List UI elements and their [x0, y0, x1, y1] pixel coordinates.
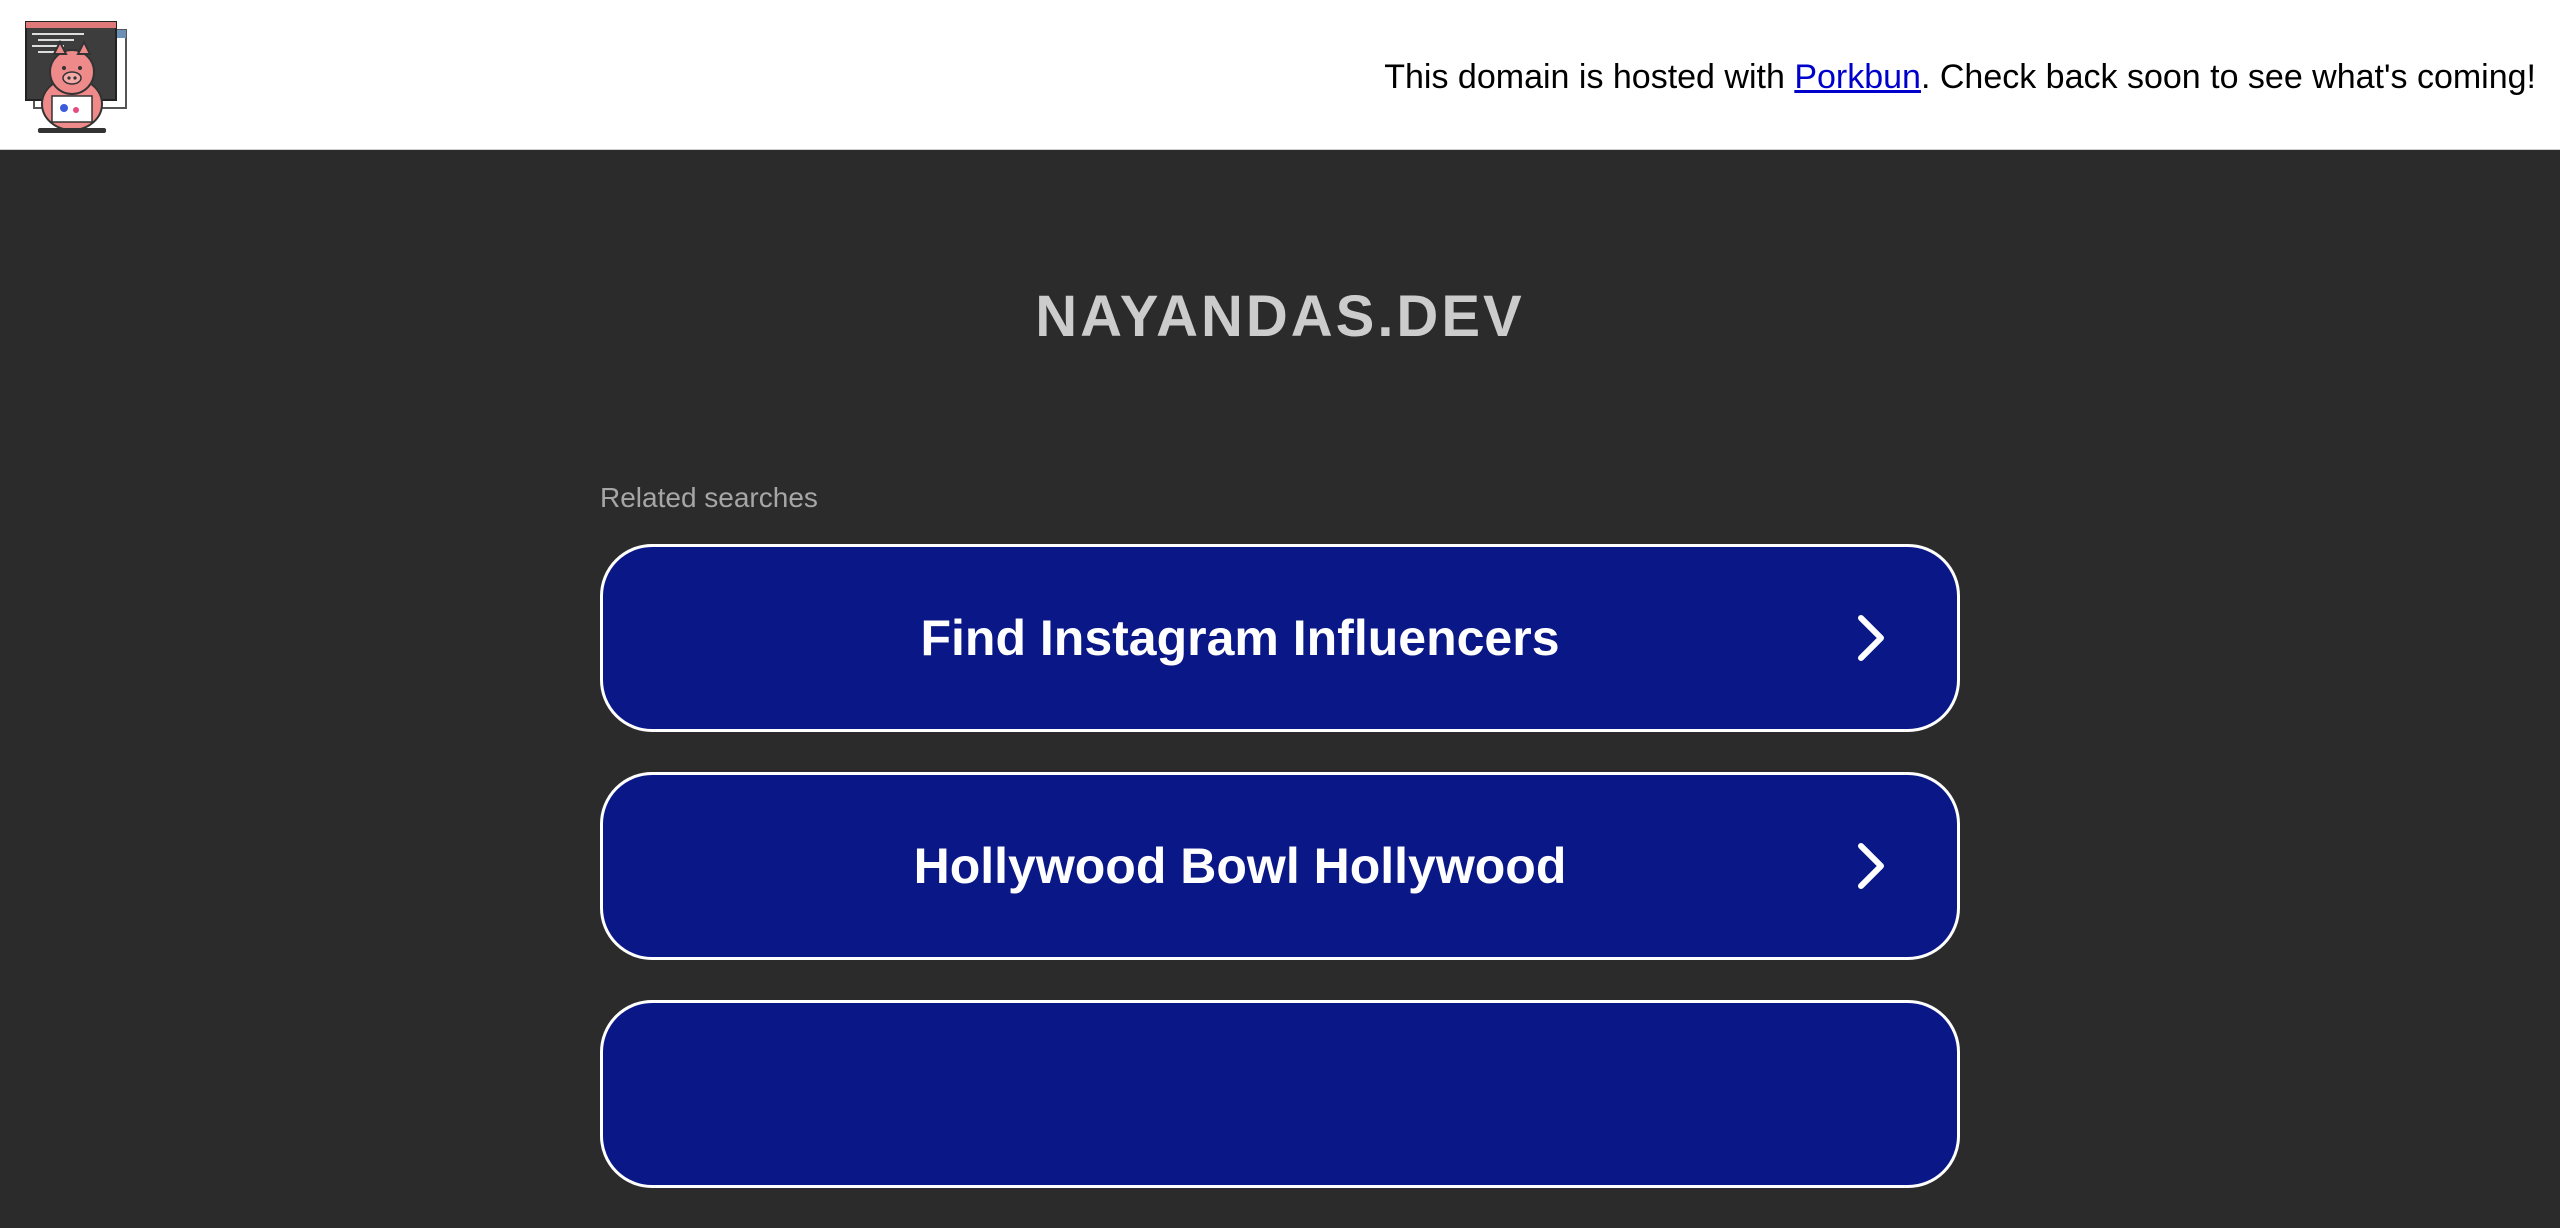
- chevron-right-icon: [1858, 615, 1884, 661]
- porkbun-link[interactable]: Porkbun: [1794, 58, 1921, 96]
- domain-title: NAYANDAS.DEV: [1035, 284, 1525, 349]
- porkbun-pig-logo-icon: [25, 21, 127, 133]
- related-search-label: Find Instagram Influencers: [920, 610, 1560, 666]
- hosting-notice: This domain is hosted with Porkbun. Chec…: [1384, 57, 2536, 97]
- related-search-item[interactable]: [600, 1000, 1960, 1188]
- related-searches: Related searches Find Instagram Influenc…: [600, 478, 1960, 1228]
- related-search-item[interactable]: Find Instagram Influencers: [600, 544, 1960, 732]
- related-searches-label: Related searches: [600, 482, 818, 513]
- top-banner: This domain is hosted with Porkbun. Chec…: [0, 0, 2560, 150]
- related-search-item[interactable]: Hollywood Bowl Hollywood: [600, 772, 1960, 960]
- notice-text-after: . Check back soon to see what's coming!: [1920, 58, 2536, 96]
- chevron-right-icon: [1858, 843, 1884, 889]
- related-search-label: Hollywood Bowl Hollywood: [913, 838, 1567, 894]
- notice-text-before: This domain is hosted with: [1384, 58, 1795, 96]
